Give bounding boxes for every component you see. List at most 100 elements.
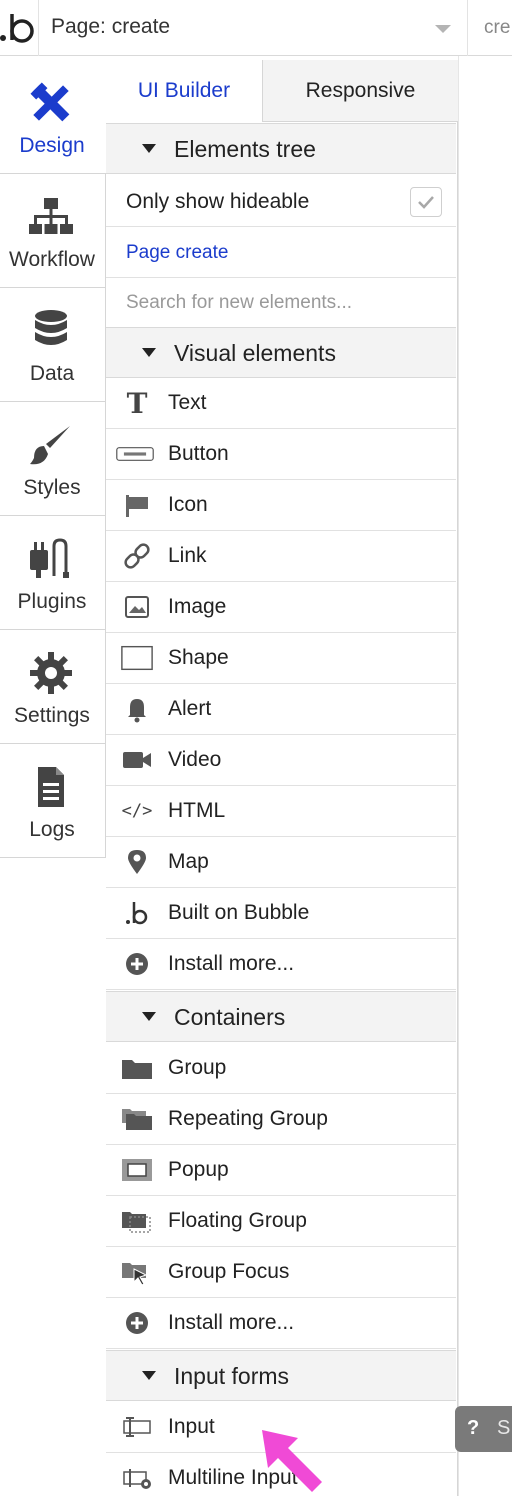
element-label: Video bbox=[168, 748, 222, 771]
text-icon: T bbox=[126, 386, 148, 420]
group-focus-icon bbox=[120, 1258, 154, 1286]
section-elements-tree[interactable]: Elements tree bbox=[106, 123, 456, 174]
element-label: Image bbox=[168, 595, 227, 618]
help-button[interactable]: ? S bbox=[455, 1406, 512, 1452]
element-group[interactable]: Group bbox=[106, 1043, 456, 1094]
link-icon bbox=[120, 542, 154, 570]
top-bar: Page: create cre bbox=[0, 0, 512, 56]
nav-label: Data bbox=[29, 362, 75, 385]
button-icon bbox=[116, 440, 154, 468]
question-mark-icon: ? bbox=[467, 1417, 480, 1439]
only-show-hideable-checkbox[interactable] bbox=[410, 187, 442, 217]
nav-label: Styles bbox=[23, 476, 81, 499]
pointer-arrow-icon bbox=[258, 1428, 330, 1496]
element-text[interactable]: T Text bbox=[106, 378, 456, 429]
element-label: Alert bbox=[168, 697, 212, 720]
element-html[interactable]: </> HTML bbox=[106, 786, 456, 837]
element-button[interactable]: Button bbox=[106, 429, 456, 480]
page-create-row[interactable]: Page create bbox=[106, 228, 456, 278]
bubble-logo-icon[interactable] bbox=[0, 0, 38, 56]
section-containers[interactable]: Containers bbox=[106, 991, 456, 1042]
workflow-icon bbox=[28, 194, 74, 240]
search-elements-input[interactable]: Search for new elements... bbox=[126, 292, 352, 314]
triangle-down-icon bbox=[142, 348, 156, 357]
element-shape[interactable]: Shape bbox=[106, 633, 456, 684]
code-icon: </> bbox=[121, 801, 153, 821]
element-repeating-group[interactable]: Repeating Group bbox=[106, 1094, 456, 1145]
page-selector-label: Page: create bbox=[51, 15, 171, 38]
section-title: Input forms bbox=[174, 1363, 290, 1389]
editor-canvas[interactable] bbox=[458, 56, 512, 1496]
triangle-down-icon bbox=[142, 1371, 156, 1380]
section-input-forms[interactable]: Input forms bbox=[106, 1350, 456, 1401]
nav-label: Settings bbox=[14, 704, 90, 727]
only-show-hideable-label: Only show hideable bbox=[126, 190, 310, 213]
design-icon bbox=[28, 80, 74, 126]
nav-label: Design bbox=[19, 134, 85, 157]
element-video[interactable]: Video bbox=[106, 735, 456, 786]
nav-label: Plugins bbox=[17, 590, 87, 613]
element-map[interactable]: Map bbox=[106, 837, 456, 888]
element-label: Group bbox=[168, 1056, 227, 1079]
element-label: Icon bbox=[168, 493, 208, 516]
folder-icon bbox=[120, 1054, 154, 1082]
element-alert[interactable]: Alert bbox=[106, 684, 456, 735]
chevron-down-icon bbox=[435, 25, 451, 33]
plugin-icon bbox=[28, 536, 74, 582]
section-title: Containers bbox=[174, 1004, 286, 1030]
triangle-down-icon bbox=[142, 1012, 156, 1021]
nav-label: Workflow bbox=[9, 248, 95, 271]
element-label: Install more... bbox=[168, 952, 295, 975]
nav-plugins[interactable]: Plugins bbox=[0, 516, 106, 630]
bubble-logo-icon bbox=[120, 899, 154, 927]
nav-settings[interactable]: Settings bbox=[0, 630, 106, 744]
nav-logs[interactable]: Logs bbox=[0, 744, 106, 858]
left-navigation: Design Workflow Data Styles Plugins Sett… bbox=[0, 60, 106, 1496]
tab-ui-builder[interactable]: UI Builder bbox=[106, 60, 262, 122]
section-title: Elements tree bbox=[174, 136, 316, 162]
element-built-on-bubble[interactable]: Built on Bubble bbox=[106, 888, 456, 939]
element-label: Group Focus bbox=[168, 1260, 290, 1283]
element-label: Text bbox=[168, 391, 207, 414]
multiline-input-icon bbox=[120, 1464, 154, 1492]
element-popup[interactable]: Popup bbox=[106, 1145, 456, 1196]
element-install-more-visual[interactable]: Install more... bbox=[106, 939, 456, 990]
nav-workflow[interactable]: Workflow bbox=[0, 174, 106, 288]
element-label: Popup bbox=[168, 1158, 229, 1181]
input-icon bbox=[120, 1413, 154, 1441]
element-label: HTML bbox=[168, 799, 226, 822]
elements-panel: UI Builder Responsive Elements tree Only… bbox=[106, 60, 458, 1496]
nav-data[interactable]: Data bbox=[0, 288, 106, 402]
page-name-truncated[interactable]: cre bbox=[484, 17, 510, 39]
element-icon[interactable]: Icon bbox=[106, 480, 456, 531]
popup-icon bbox=[120, 1156, 154, 1184]
plus-circle-icon bbox=[120, 950, 154, 978]
element-label: Repeating Group bbox=[168, 1107, 328, 1130]
element-label: Map bbox=[168, 850, 209, 873]
element-image[interactable]: Image bbox=[106, 582, 456, 633]
element-label: Built on Bubble bbox=[168, 901, 310, 924]
element-label: Floating Group bbox=[168, 1209, 307, 1232]
element-floating-group[interactable]: Floating Group bbox=[106, 1196, 456, 1247]
element-label: Button bbox=[168, 442, 229, 465]
page-create-link[interactable]: Page create bbox=[126, 242, 228, 264]
element-install-more-containers[interactable]: Install more... bbox=[106, 1298, 456, 1349]
element-label: Install more... bbox=[168, 1311, 295, 1334]
element-link[interactable]: Link bbox=[106, 531, 456, 582]
square-icon bbox=[120, 644, 154, 672]
gear-icon bbox=[28, 650, 74, 696]
element-group-focus[interactable]: Group Focus bbox=[106, 1247, 456, 1298]
nav-design[interactable]: Design bbox=[0, 60, 106, 174]
map-pin-icon bbox=[120, 848, 154, 876]
nav-styles[interactable]: Styles bbox=[0, 402, 106, 516]
section-visual-elements[interactable]: Visual elements bbox=[106, 327, 456, 378]
image-icon bbox=[120, 593, 154, 621]
video-camera-icon bbox=[120, 746, 154, 774]
section-title: Visual elements bbox=[174, 340, 336, 366]
element-label: Input bbox=[168, 1415, 215, 1438]
page-selector-dropdown[interactable]: Page: create bbox=[38, 0, 468, 56]
search-elements-row[interactable]: Search for new elements... bbox=[106, 278, 456, 328]
tab-responsive[interactable]: Responsive bbox=[262, 60, 458, 122]
bell-icon bbox=[120, 695, 154, 723]
panel-tabs: UI Builder Responsive bbox=[106, 60, 458, 122]
